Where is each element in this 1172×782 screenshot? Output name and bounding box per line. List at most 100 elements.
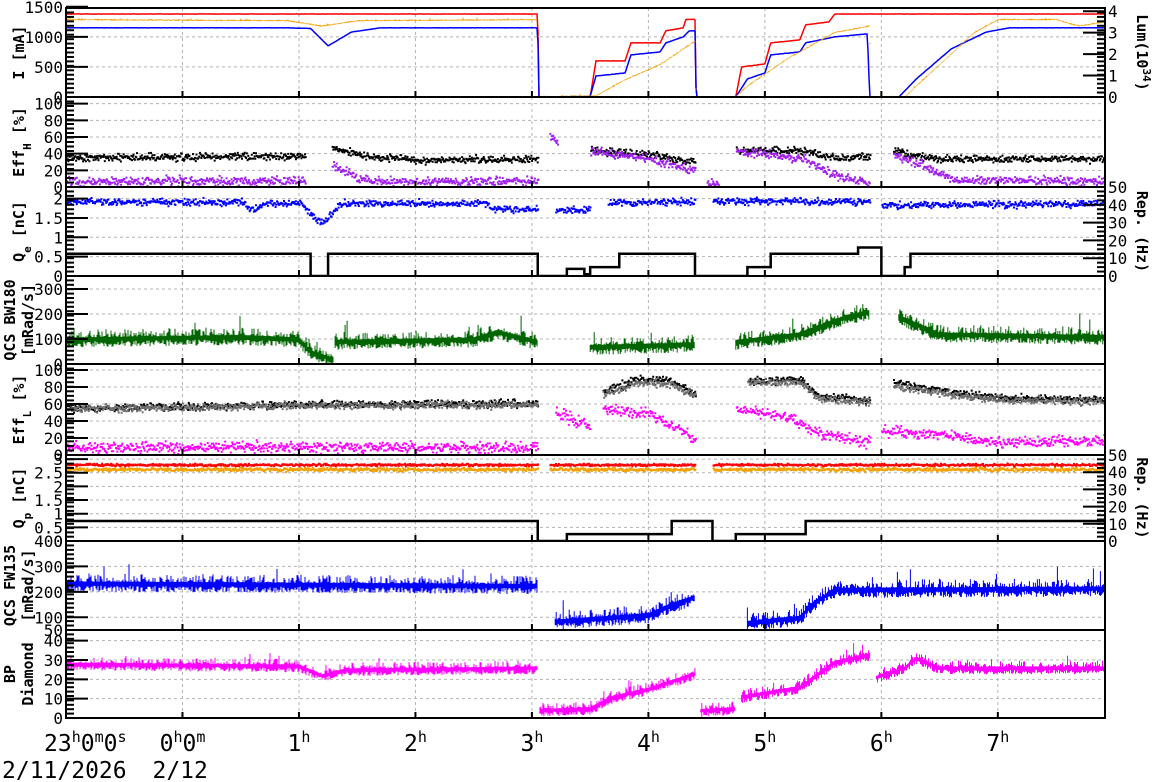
right-tick-label: 10: [1108, 249, 1127, 268]
y-axis-label: [mRad/s]: [19, 284, 37, 356]
y-axis-label-part: [nC]: [10, 468, 28, 513]
y-tick-label: 40: [44, 412, 63, 431]
series-eff-l-gray: [66, 377, 1105, 414]
tick-unit: s: [117, 728, 126, 746]
series-eff-h-black: [66, 145, 1105, 166]
right-axis-label: Lum(1034): [1133, 14, 1154, 90]
series-group: [66, 196, 1105, 276]
y-tick-label: 1: [53, 228, 63, 247]
y-axis-label-part: Eff: [10, 150, 28, 177]
right-tick-label: 40: [1108, 196, 1127, 215]
y-tick-label: 500: [34, 58, 63, 77]
series-group: [66, 564, 1105, 630]
y-tick-label: 300: [34, 280, 63, 299]
y-axis-label-part: Q: [10, 253, 28, 262]
right-axis-label-part: ): [1133, 82, 1151, 91]
y-axis-label: Qp [nC]: [10, 468, 34, 529]
x-tick-label: 7h: [986, 728, 1009, 757]
right-axis-label-part: Rep. (Hz): [1133, 457, 1151, 538]
right-tick-label: 0: [1108, 267, 1118, 286]
right-tick-label: 20: [1108, 231, 1127, 250]
x-tick-label: 5h: [753, 728, 776, 757]
series-rep-rate-e: [66, 246, 1105, 276]
right-tick-label: 30: [1108, 214, 1127, 233]
y-tick-label: 80: [44, 111, 63, 130]
tick-number: 0: [160, 731, 174, 757]
right-tick-label: 2: [1108, 45, 1118, 64]
right-axis-label-part: Lum(10: [1133, 14, 1151, 68]
series-ler-current: [66, 27, 1105, 97]
tick-unit: h: [884, 728, 893, 746]
right-tick-label: 30: [1108, 480, 1127, 499]
tick-number: 2: [404, 731, 418, 757]
tick-number: 5: [753, 731, 767, 757]
panel-frame: [65, 363, 1106, 456]
tick-number: 4: [637, 731, 651, 757]
tick-number: 23: [44, 731, 72, 757]
series-group: [66, 462, 1105, 541]
y-axis-label-part: [%]: [10, 107, 28, 143]
panel-current: 050010001500I [mA]01234Lum(1034): [10, 0, 1154, 107]
date-label: 2/12: [152, 758, 207, 782]
x-tick-label: 0h0m: [160, 728, 206, 757]
panel-qcs-bw180: 0100200300QCS BW180 [mRad/s]: [1, 275, 1106, 374]
tick-unit: h: [651, 728, 660, 746]
y-axis-label-part: QCS BW180: [1, 279, 19, 360]
y-tick-label: 40: [44, 632, 63, 651]
right-tick-label: 0: [1108, 88, 1118, 107]
y-tick-label: 100: [34, 330, 63, 349]
x-tick-label: 23h0m0s: [44, 728, 127, 757]
panel-eff-h: 020406080100EffH [%]: [10, 95, 1106, 197]
series-group: [66, 643, 1105, 717]
right-tick-label: 0: [1108, 532, 1118, 551]
right-tick-label: 20: [1108, 498, 1127, 517]
y-axis-label: Diamond: [19, 642, 37, 705]
y-axis-label-part: Eff: [10, 417, 28, 444]
y-tick-label: 20: [44, 670, 63, 689]
series-luminosity: [66, 17, 1105, 97]
tick-unit: h: [301, 728, 310, 746]
panel-eff-l: 020406080100EffL [%]: [10, 361, 1106, 465]
y-axis-label-part: H: [21, 143, 34, 150]
right-tick-label: 1: [1108, 67, 1118, 86]
tick-number: 0: [104, 731, 118, 757]
y-axis-label: BP: [1, 665, 19, 683]
series-eff-l-magenta: [66, 403, 1105, 455]
x-axis: 23h0m0s 0h0m 1h 2h 3h 4h 5h 6h 7h2/11/2026 2/12: [2, 728, 1009, 782]
y-tick-label: 10: [44, 690, 63, 709]
series-qp-orange: [66, 466, 1105, 473]
right-tick-label: 10: [1108, 515, 1127, 534]
y-axis-label-part: [nC]: [10, 201, 28, 246]
y-tick-label: 80: [44, 378, 63, 397]
y-tick-label: 300: [34, 557, 63, 576]
x-tick-label: 6h: [870, 728, 893, 757]
y-axis-label: [mRad/s]: [19, 549, 37, 621]
tick-unit: h: [767, 728, 776, 746]
x-tick-label: 1h: [288, 728, 311, 757]
right-axis-label: Rep. (Hz): [1133, 457, 1151, 538]
right-axis-label-part: 34: [1141, 68, 1154, 82]
panel-frame: [65, 7, 1106, 98]
y-axis-label: Qe [nC]: [10, 201, 34, 262]
series-group: [66, 13, 1105, 97]
y-tick-label: 1000: [24, 28, 63, 47]
panel-frame: [65, 96, 1106, 188]
right-tick-label: 50: [1108, 446, 1127, 465]
y-axis-label: QCS BW180: [1, 279, 19, 360]
series-qp-red: [66, 462, 1105, 468]
tick-number: 7: [986, 731, 1000, 757]
y-tick-label: 1.5: [34, 209, 63, 228]
y-axis-label-part: [mRad/s]: [19, 549, 37, 621]
y-axis-label: I [mA]: [10, 25, 28, 79]
y-tick-label: 3: [53, 450, 63, 469]
series-her-current: [66, 13, 1105, 97]
y-axis-label-part: Diamond: [19, 642, 37, 705]
tick-unit: h: [418, 728, 427, 746]
tick-unit: h: [72, 728, 81, 746]
tick-unit: m: [196, 728, 205, 746]
x-tick-label: 4h: [637, 728, 660, 757]
y-axis-label-part: [mRad/s]: [19, 284, 37, 356]
tick-number: 1: [288, 731, 302, 757]
y-tick-label: 1500: [24, 0, 63, 17]
y-tick-label: 0: [53, 709, 63, 728]
